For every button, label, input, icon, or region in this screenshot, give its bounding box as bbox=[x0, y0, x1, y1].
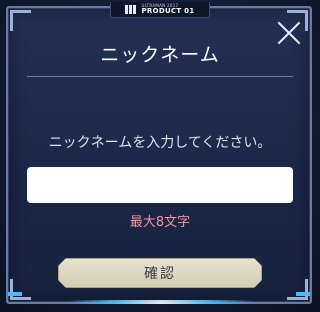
side-accent bbox=[8, 292, 22, 296]
title-divider bbox=[27, 76, 293, 77]
brand-icon bbox=[125, 5, 137, 14]
frame-corner bbox=[287, 279, 308, 300]
side-accent bbox=[296, 292, 310, 296]
brand-text: ULTRAMAN 2017 PRODUCT 01 bbox=[141, 4, 194, 15]
dialog-title: ニックネーム bbox=[100, 44, 220, 66]
frame-corner bbox=[10, 10, 31, 31]
character-limit-note: 最大8文字 bbox=[129, 215, 191, 230]
frame-corner bbox=[10, 279, 31, 300]
instruction-text: ニックネームを入力してください。 bbox=[48, 135, 272, 151]
brand-logo: ULTRAMAN 2017 PRODUCT 01 bbox=[110, 2, 210, 18]
bottom-glow-accent bbox=[68, 300, 254, 304]
brand-line-2: PRODUCT 01 bbox=[141, 7, 195, 15]
confirm-button[interactable]: 確認 bbox=[58, 258, 262, 288]
confirm-button-label: 確認 bbox=[144, 266, 176, 282]
nickname-input[interactable] bbox=[27, 167, 293, 203]
